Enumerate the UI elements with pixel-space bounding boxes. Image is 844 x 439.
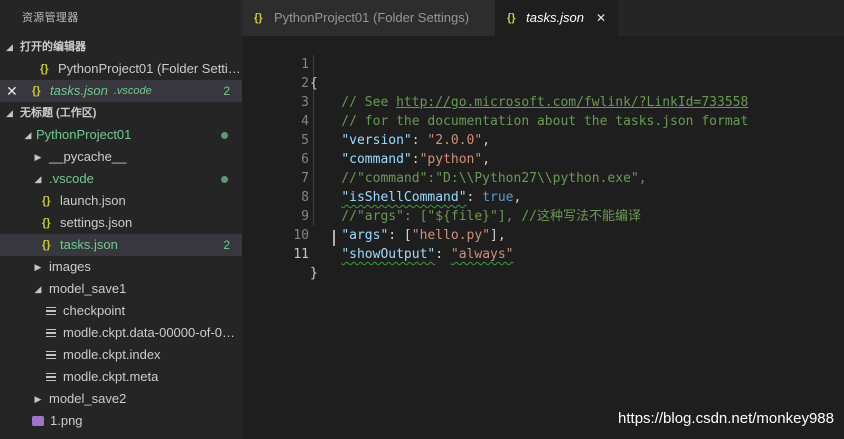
- file-label: modle.ckpt.meta: [63, 369, 159, 384]
- file-item-tasks-json[interactable]: {} tasks.json 2: [0, 234, 242, 256]
- open-editor-folder-hint: .vscode: [113, 85, 152, 97]
- file-item-ckpt-index[interactable]: modle.ckpt.index: [0, 344, 242, 366]
- workspace-label: 无标题 (工作区): [20, 107, 97, 119]
- json-braces-icon: {}: [254, 12, 263, 24]
- chevron-down-icon: ◢: [6, 108, 13, 118]
- file-item-launch-json[interactable]: {} launch.json: [0, 190, 242, 212]
- json-braces-icon: {}: [32, 85, 41, 97]
- watermark: https://blog.csdn.net/monkey988: [618, 410, 834, 427]
- editor-tab-bar: {} PythonProject01 (Folder Settings) {} …: [242, 0, 844, 36]
- problem-count-badge: 2: [223, 238, 230, 252]
- code-line: 2 // See http://go.microsoft.com/fwlink/…: [242, 55, 844, 110]
- open-editor-item-folder-settings[interactable]: {} PythonProject01 (Folder Setti…: [0, 58, 242, 80]
- json-value: "always": [450, 247, 514, 262]
- problem-count-badge: 2: [223, 84, 230, 98]
- workspace-header[interactable]: ◢ 无标题 (工作区): [0, 102, 242, 124]
- code-line: 7 "isShellCommand": true,: [242, 150, 844, 205]
- file-lines-icon: [46, 328, 56, 338]
- file-item-ckpt-meta[interactable]: modle.ckpt.meta: [0, 366, 242, 388]
- folder-label: PythonProject01: [36, 127, 132, 142]
- file-item-checkpoint[interactable]: checkpoint: [0, 300, 242, 322]
- text-cursor: [333, 230, 335, 246]
- file-label: modle.ckpt.data-00000-of-00…: [62, 325, 242, 340]
- close-icon[interactable]: ✕: [6, 80, 20, 102]
- file-lines-icon: [46, 372, 56, 382]
- file-item-ckpt-data[interactable]: modle.ckpt.data-00000-of-00…: [0, 322, 242, 344]
- chevron-right-icon: ▶: [34, 394, 42, 404]
- folder-label: __pycache__: [49, 149, 127, 164]
- folder-item-pycache[interactable]: ▶ __pycache__: [0, 146, 242, 168]
- folder-item-model-save2[interactable]: ▶ model_save2: [0, 388, 242, 410]
- code-line: 10 "showOutput": "always": [242, 207, 844, 262]
- git-modified-dot: [221, 176, 228, 183]
- code-line: 5 "command":"python",: [242, 112, 844, 167]
- json-braces-icon: {}: [507, 12, 516, 24]
- open-editors-label: 打开的编辑器: [20, 41, 86, 53]
- chevron-right-icon: ▶: [34, 152, 42, 162]
- json-braces-icon: {}: [40, 63, 49, 75]
- code-line: 8 //"args": ["${file}"], //这种写法不能编译: [242, 169, 844, 224]
- folder-label: .vscode: [49, 171, 94, 186]
- file-label: modle.ckpt.index: [63, 347, 161, 362]
- code-line: 3 // for the documentation about the tas…: [242, 74, 844, 129]
- code-line: 6 //"command":"D:\\Python27\\python.exe"…: [242, 131, 844, 186]
- chevron-down-icon: ◢: [34, 174, 42, 184]
- folder-item-images[interactable]: ▶ images: [0, 256, 242, 278]
- explorer-title: 资源管理器: [22, 12, 79, 24]
- open-editor-label: PythonProject01 (Folder Setti…: [58, 61, 241, 76]
- json-braces-icon: {}: [42, 195, 51, 207]
- json-braces-icon: {}: [42, 239, 51, 251]
- folder-label: model_save1: [49, 281, 127, 296]
- code-line: 4 "version": "2.0.0",: [242, 93, 844, 148]
- tab-folder-settings[interactable]: {} PythonProject01 (Folder Settings): [242, 0, 495, 36]
- chevron-right-icon: ▶: [34, 262, 42, 272]
- tab-label: tasks.json: [526, 10, 584, 25]
- code-text: }: [310, 266, 318, 281]
- open-editors-header[interactable]: ◢ 打开的编辑器: [0, 36, 242, 58]
- chevron-down-icon: ◢: [34, 284, 42, 294]
- file-item-1-png[interactable]: 1.png: [0, 410, 242, 432]
- file-label: settings.json: [60, 215, 133, 230]
- code-line: 1 {: [242, 36, 844, 91]
- file-label: checkpoint: [63, 303, 126, 318]
- chevron-down-icon: ◢: [6, 42, 13, 52]
- folder-label: images: [49, 259, 91, 274]
- image-file-icon: [32, 416, 44, 426]
- tab-tasks-json[interactable]: {} tasks.json ✕: [495, 0, 618, 36]
- open-editor-label: tasks.json: [50, 83, 108, 98]
- file-item-settings-json[interactable]: {} settings.json: [0, 212, 242, 234]
- open-editor-item-tasks-json[interactable]: ✕ {} tasks.json .vscode 2: [0, 80, 242, 102]
- close-icon[interactable]: ✕: [596, 0, 606, 36]
- code-text: "showOutput": "always": [341, 247, 514, 262]
- git-modified-dot: [221, 132, 228, 139]
- folder-item-vscode[interactable]: ◢ .vscode: [0, 168, 242, 190]
- code-line: 9 "args": ["hello.py"],: [242, 188, 844, 243]
- file-lines-icon: [46, 306, 56, 316]
- chevron-down-icon: ◢: [24, 130, 32, 140]
- json-key: "showOutput": [341, 247, 436, 262]
- file-label: tasks.json: [60, 237, 118, 252]
- explorer-sidebar: 资源管理器 ◢ 打开的编辑器 {} PythonProject01 (Folde…: [0, 0, 242, 439]
- tab-label: PythonProject01 (Folder Settings): [274, 10, 470, 25]
- folder-label: model_save2: [49, 391, 127, 406]
- line-number: 11: [293, 247, 309, 262]
- folder-item-root[interactable]: ◢ PythonProject01: [0, 124, 242, 146]
- file-lines-icon: [46, 350, 56, 360]
- folder-item-model-save1[interactable]: ◢ model_save1: [0, 278, 242, 300]
- file-label: 1.png: [50, 413, 83, 428]
- json-braces-icon: {}: [42, 217, 51, 229]
- code-editor[interactable]: 1 { 2 // See http://go.microsoft.com/fwl…: [242, 36, 844, 439]
- file-label: launch.json: [60, 193, 126, 208]
